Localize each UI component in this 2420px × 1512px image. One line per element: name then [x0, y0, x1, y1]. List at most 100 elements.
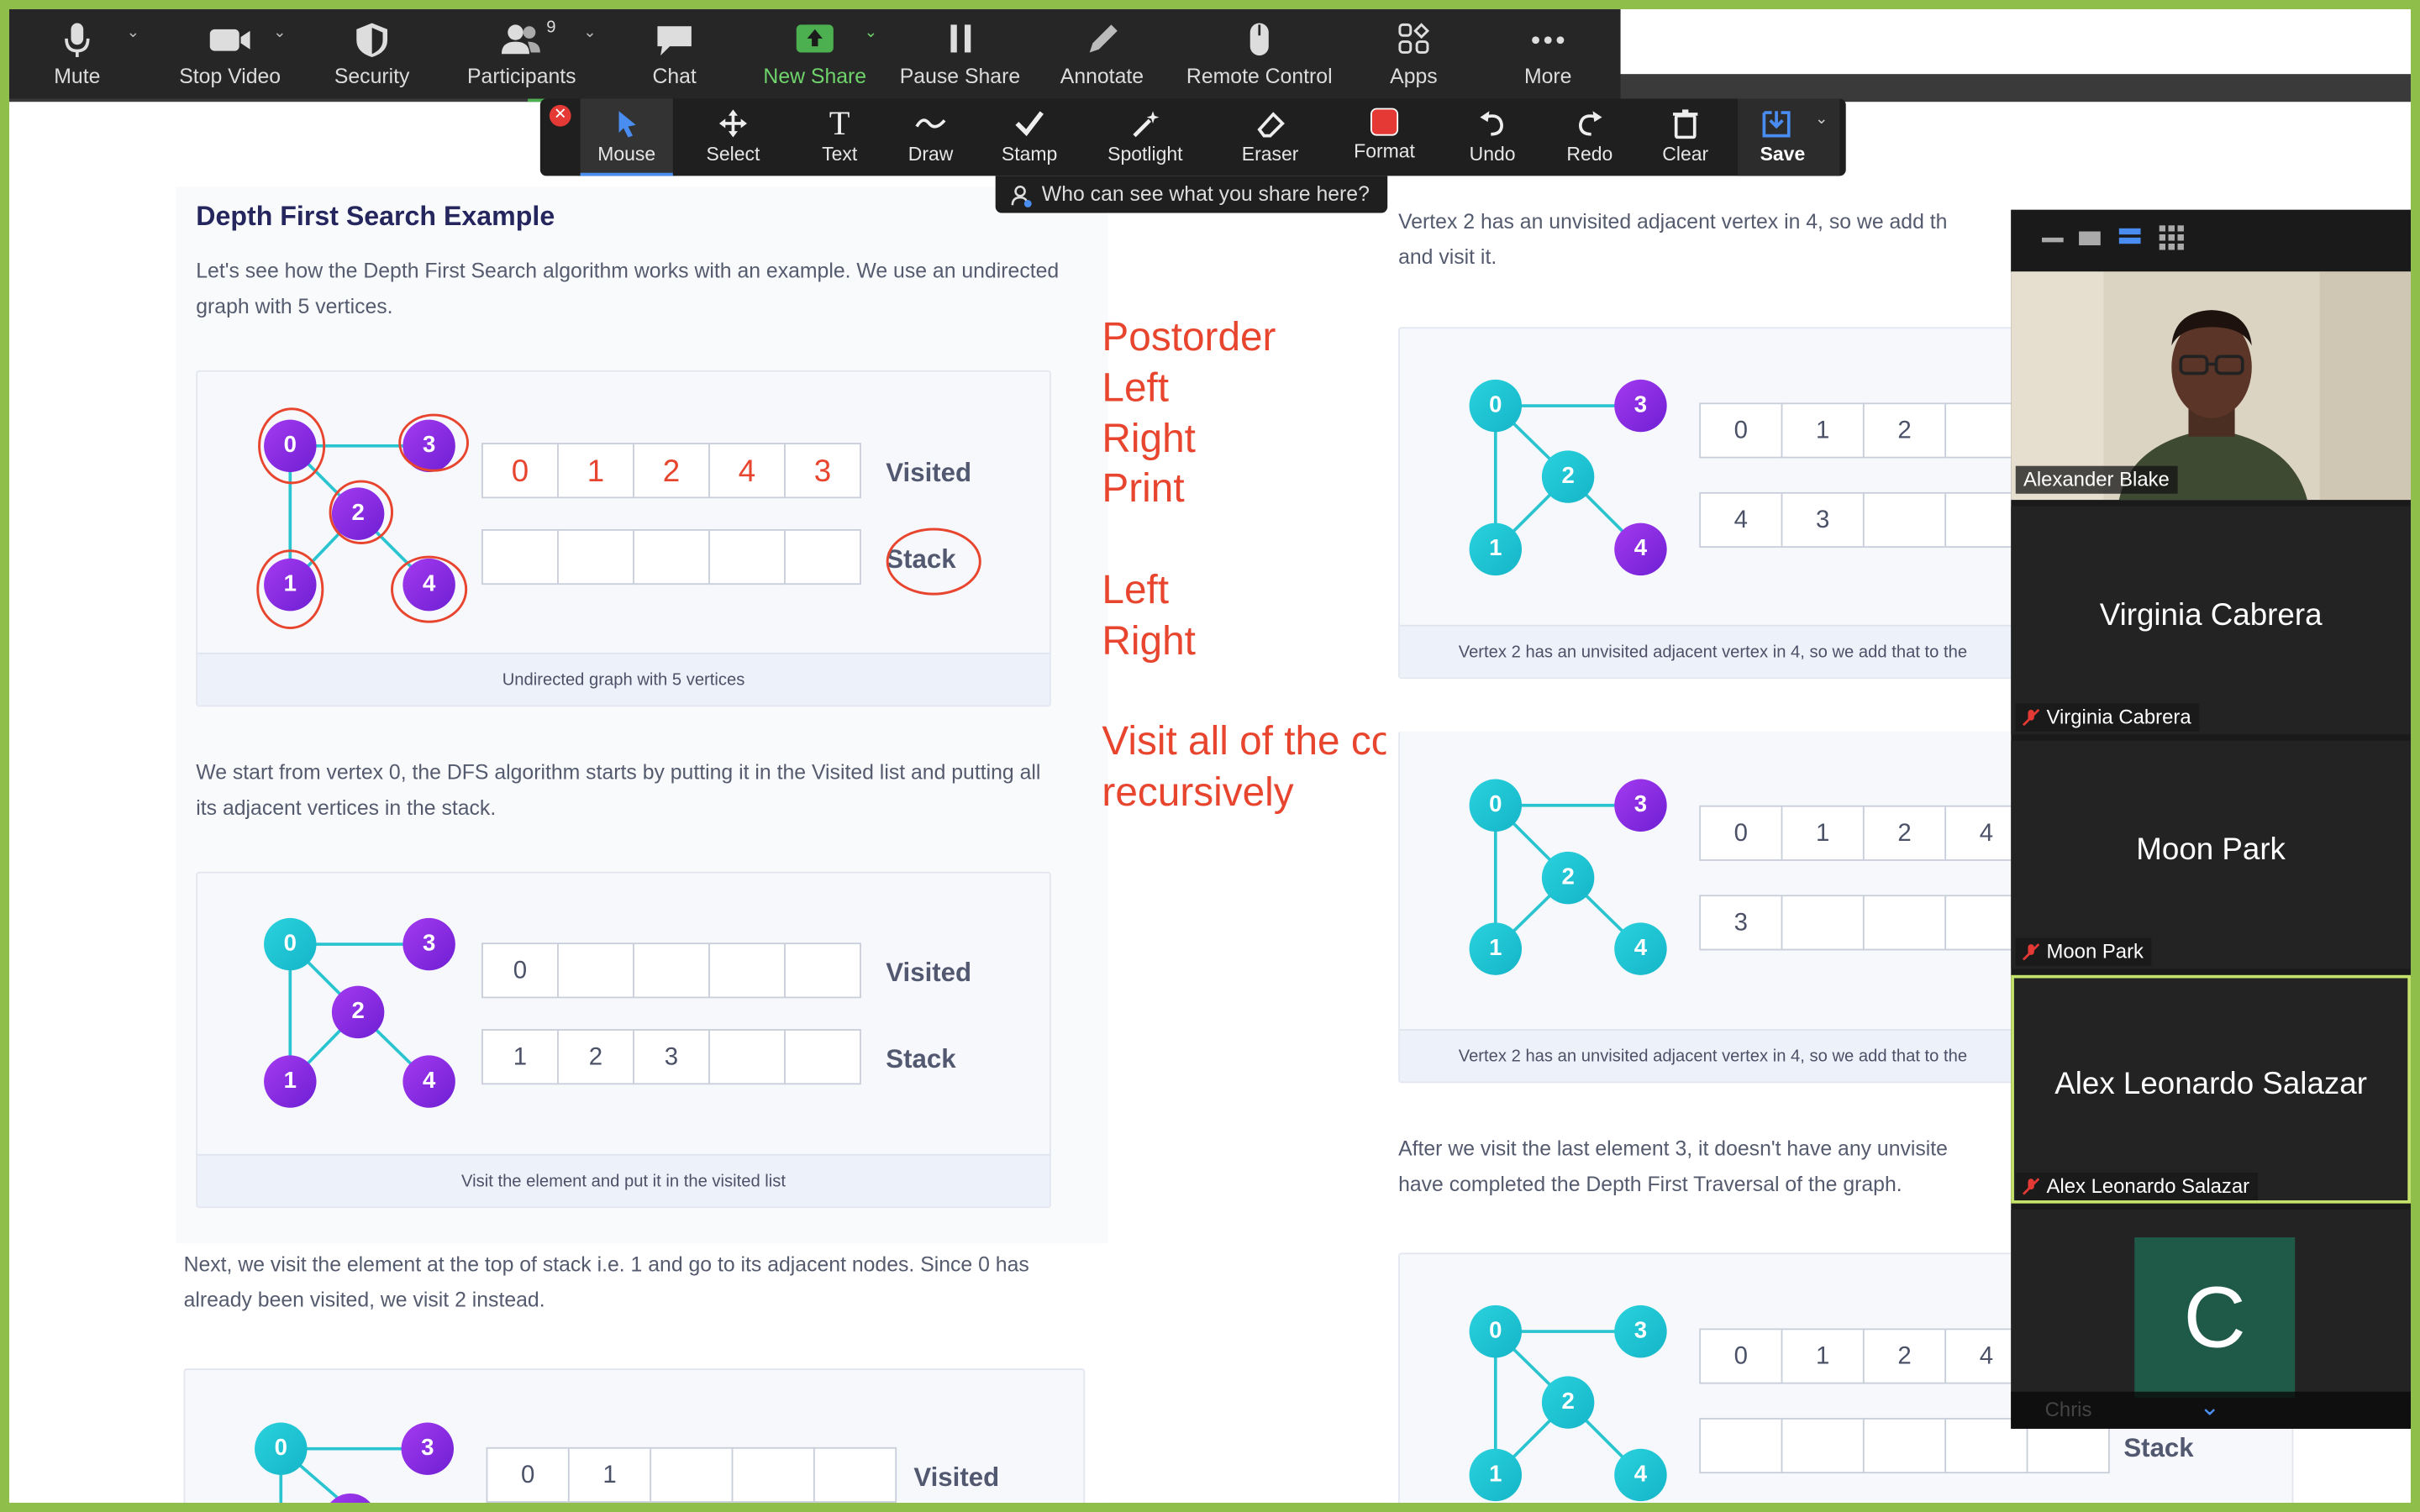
mute-label: Mute	[54, 65, 101, 88]
redo-button[interactable]: Redo	[1555, 99, 1623, 176]
participant-tag-label: Virginia Cabrera	[2046, 705, 2191, 728]
chevron-up-icon[interactable]: ⌄	[127, 24, 139, 41]
who-can-see-banner[interactable]: Who can see what you share here?	[995, 176, 1388, 213]
stack-cell	[1781, 895, 1865, 951]
security-button[interactable]: Security	[323, 9, 422, 99]
stack-cell	[784, 1029, 861, 1085]
stack-cell: 2	[557, 1029, 634, 1085]
participant-tile[interactable]: Moon Park Moon Park	[2011, 740, 2411, 969]
graph-card-3: 0 3 0 1 Visited	[183, 1368, 1086, 1503]
strip-view-icon[interactable]	[2118, 228, 2141, 235]
stamp-tool-button[interactable]: Stamp	[994, 99, 1065, 176]
stack-cell: 3	[1781, 491, 1865, 549]
visited-cell	[731, 1446, 815, 1503]
mute-button[interactable]: Mute	[37, 9, 118, 99]
grid-view-icon[interactable]	[2159, 225, 2184, 250]
eraser-icon	[1257, 112, 1285, 138]
stop-video-label: Stop Video	[179, 65, 281, 88]
stack-cell	[1862, 895, 1947, 951]
chevron-up-icon[interactable]: ⌄	[865, 24, 877, 41]
visited-cell: 2	[1862, 1328, 1947, 1384]
more-button[interactable]: More	[1509, 9, 1586, 99]
undo-label: Undo	[1469, 143, 1516, 165]
right-visited-list-1: 0 1 2	[1699, 402, 2028, 459]
participant-tile[interactable]: C Chris ⌄	[2011, 1209, 2411, 1429]
save-button[interactable]: ⌄ Save	[1738, 98, 1840, 176]
chevron-down-icon[interactable]: ⌄	[1815, 111, 1828, 128]
minimize-icon[interactable]	[2041, 237, 2064, 243]
node-3: 3	[402, 917, 455, 971]
mouse-tool-button[interactable]: Mouse	[580, 98, 673, 176]
new-share-button[interactable]: New Share	[756, 9, 874, 99]
node-1: 1	[1469, 1448, 1523, 1502]
right-graph-card-1: 0 3 2 1 4 0 1 2 4 3 Vertex 2 has an unvi…	[1398, 327, 2028, 680]
graph-card-1: 0 3 2 1 4 0 1 2 4 3 Visited Stack Undire…	[196, 370, 1051, 707]
speaker-view-icon[interactable]	[2079, 231, 2101, 246]
close-icon[interactable]: ✕	[549, 104, 571, 127]
visited-cell: 0	[1699, 805, 1783, 861]
right-paragraph-top-2: and visit it.	[1398, 245, 1497, 269]
right-stack-list-1: 4 3	[1699, 491, 2028, 549]
participant-name-tag: Alexander Blake	[2015, 465, 2178, 494]
zoom-meeting-toolbar: Mute ⌄ Stop Video ⌄ Security 9 Participa…	[9, 9, 1621, 99]
format-label: Format	[1354, 140, 1415, 162]
visited-cell: 1	[567, 1446, 652, 1503]
visited-cell	[633, 942, 710, 999]
video-camera-icon	[209, 29, 250, 51]
participant-name-tag: Moon Park	[2015, 937, 2152, 966]
annotation-toolbar: ✕ Mouse Select T Text Draw Stamp Spotlig…	[539, 98, 1846, 176]
annotation-left: Left	[1102, 364, 1170, 411]
remote-control-button[interactable]: Remote Control	[1179, 9, 1339, 99]
pencil-icon	[1089, 24, 1118, 53]
clear-button[interactable]: Clear	[1651, 99, 1719, 176]
video-gallery-panel: Alexander Blake Virginia Cabrera Virgini…	[2011, 209, 2411, 1429]
node-1: 1	[264, 1055, 317, 1108]
participants-button[interactable]: 9 Participants	[459, 9, 586, 99]
stop-video-button[interactable]: Stop Video	[170, 9, 290, 99]
eraser-tool-button[interactable]: Eraser	[1232, 99, 1309, 176]
spotlight-tool-button[interactable]: Spotlight	[1099, 99, 1192, 176]
chat-button[interactable]: Chat	[636, 9, 713, 99]
annotate-button[interactable]: Annotate	[1053, 9, 1152, 99]
draw-label: Draw	[908, 143, 954, 165]
undo-button[interactable]: Undo	[1459, 99, 1527, 176]
participant-video-tile[interactable]: Alexander Blake	[2011, 271, 2411, 501]
right-caption-1: Vertex 2 has an unvisited adjacent verte…	[1399, 624, 2018, 678]
text-tool-button[interactable]: T Text	[808, 99, 870, 176]
right-paragraph-after-2: have completed the Depth First Traversal…	[1398, 1172, 1902, 1196]
participants-icon	[501, 24, 540, 55]
chevron-up-icon[interactable]: ⌄	[583, 24, 596, 41]
graph-card-2: 0 3 2 1 4 0 1 2 3 Visited Stack Visit th…	[196, 871, 1051, 1209]
participant-name-tag: Virginia Cabrera	[2015, 703, 2199, 732]
chevron-down-icon[interactable]: ⌄	[2199, 1392, 2220, 1423]
select-tool-button[interactable]: Select	[695, 99, 772, 176]
right-visited-list-3: 0 1 2 4	[1699, 1328, 2028, 1384]
draw-tool-button[interactable]: Draw	[898, 99, 963, 176]
node-2: 2	[1541, 450, 1595, 503]
save-label: Save	[1760, 143, 1806, 165]
participant-name: Moon Park	[2136, 832, 2286, 868]
visited-cell: 2	[1862, 402, 1947, 459]
visited-label: Visited	[886, 958, 972, 988]
save-download-icon	[1762, 111, 1791, 138]
chat-label: Chat	[652, 65, 697, 88]
microphone-icon	[65, 23, 90, 57]
annotation-print: Print	[1102, 464, 1185, 511]
apps-button[interactable]: Apps	[1374, 9, 1455, 99]
participant-name: Alex Leonardo Salazar	[2054, 1068, 2367, 1102]
checkmark-icon	[1015, 111, 1044, 137]
participant-tile[interactable]: Virginia Cabrera Virginia Cabrera	[2011, 506, 2411, 735]
text-t-icon: T	[829, 103, 850, 142]
active-speaker-tile[interactable]: Alex Leonardo Salazar Alex Leonardo Sala…	[2011, 974, 2411, 1204]
pause-share-button[interactable]: Pause Share	[898, 9, 1022, 99]
annotation-right-2: Right	[1102, 617, 1196, 664]
pause-share-label: Pause Share	[899, 65, 1021, 88]
format-tool-button[interactable]: Format	[1343, 99, 1426, 176]
muted-mic-icon	[2022, 708, 2040, 727]
stack-cell	[1781, 1417, 1865, 1474]
participants-count: 9	[546, 18, 556, 38]
caption-1: Undirected graph with 5 vertices	[197, 652, 1050, 706]
chevron-up-icon[interactable]: ⌄	[273, 24, 286, 41]
select-label: Select	[706, 143, 760, 165]
participant-name-tag: Alex Leonardo Salazar	[2015, 1172, 2258, 1200]
